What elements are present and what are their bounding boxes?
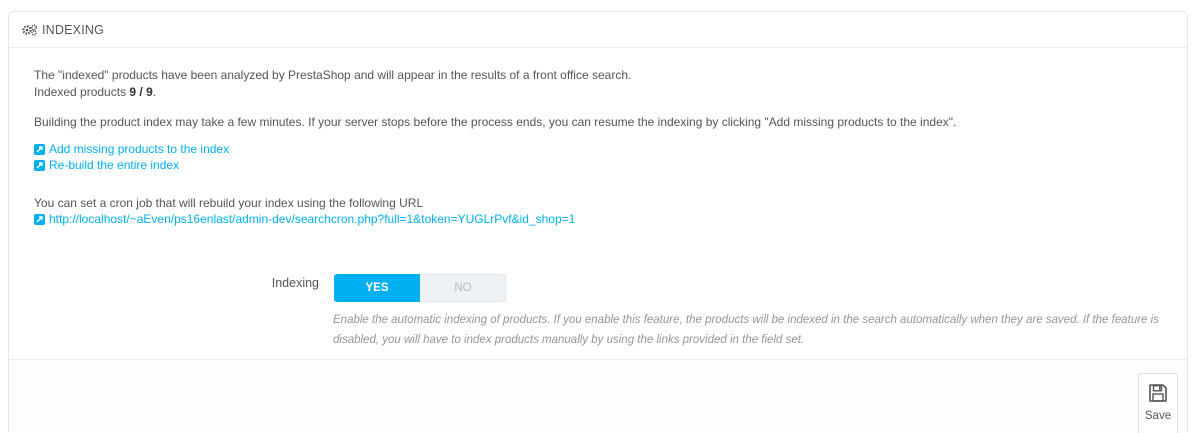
panel-footer: Save — [9, 359, 1187, 433]
save-button[interactable]: Save — [1138, 373, 1178, 433]
rebuild-index-link[interactable]: Re-build the entire index — [34, 157, 179, 173]
external-link-icon — [34, 159, 45, 171]
add-missing-link-label: Add missing products to the index — [49, 142, 230, 156]
external-link-icon — [34, 143, 45, 155]
rebuild-index-link-label: Re-build the entire index — [49, 158, 180, 172]
cron-url-link[interactable]: http://localhost/~aEven/ps16enlast/admin… — [34, 211, 575, 227]
indexing-toggle[interactable]: YES NO — [334, 274, 506, 302]
cron-info-text: You can set a cron job that will rebuild… — [34, 196, 424, 210]
toggle-yes-option[interactable]: YES — [334, 274, 420, 302]
indexed-prefix: Indexed products — [34, 85, 130, 99]
indexing-label: Indexing — [271, 276, 319, 290]
indexing-panel: INDEXING The "indexed" products have bee… — [8, 11, 1188, 433]
cron-url-label: http://localhost/~aEven/ps16enlast/admin… — [49, 212, 576, 226]
indexing-help-text: Enable the automatic indexing of product… — [333, 314, 1159, 346]
cogs-icon — [22, 23, 38, 36]
panel-title: INDEXING — [42, 22, 105, 37]
indexed-count: 9 / 9 — [129, 85, 153, 99]
add-missing-link[interactable]: Add missing products to the index — [34, 141, 229, 157]
build-info-text: Building the product index may take a fe… — [34, 115, 957, 129]
indexed-count-text: Indexed products 9 / 9. — [34, 84, 156, 100]
panel-heading: INDEXING — [9, 12, 1187, 48]
external-link-icon — [34, 213, 45, 225]
save-label: Save — [1144, 410, 1172, 422]
intro-text: The "indexed" products have been analyze… — [34, 68, 632, 82]
indexed-suffix: . — [152, 85, 157, 99]
floppy-disk-icon — [1148, 383, 1168, 407]
toggle-no-option[interactable]: NO — [420, 274, 506, 302]
